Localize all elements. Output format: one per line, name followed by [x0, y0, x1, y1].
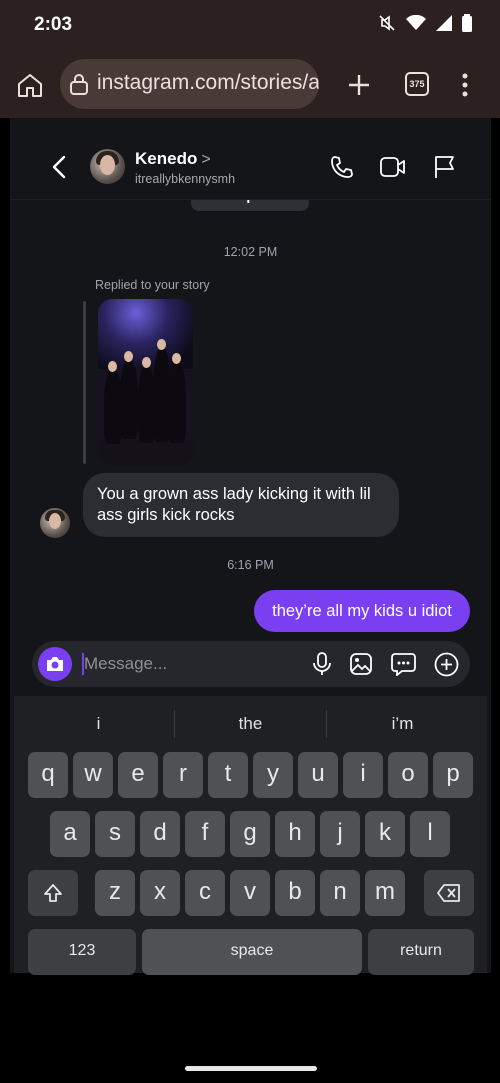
key-j[interactable]: j [320, 811, 360, 857]
key-p[interactable]: p [433, 752, 473, 798]
key-v[interactable]: v [230, 870, 270, 916]
timestamp: 6:16 PM [227, 558, 274, 572]
plus-circle-icon[interactable] [434, 652, 459, 677]
key-m[interactable]: m [365, 870, 405, 916]
video-icon[interactable] [379, 155, 407, 179]
chat-header: Kenedo > itreallybkennysmh [10, 118, 491, 200]
key-l[interactable]: l [410, 811, 450, 857]
incoming-message[interactable]: You a grown ass lady kicking it with lil… [83, 473, 399, 537]
username[interactable]: Kenedo > [135, 149, 211, 169]
backspace-key[interactable] [424, 870, 474, 916]
backspace-icon [437, 883, 460, 902]
key-o[interactable]: o [388, 752, 428, 798]
mute-icon [379, 15, 395, 31]
keyboard: i the i’m q w e r t y u i o p a s d f g … [14, 696, 487, 975]
key-n[interactable]: n [320, 870, 360, 916]
suggestion[interactable]: i [23, 696, 174, 752]
url-bar[interactable]: instagram.com/stories/a [60, 59, 319, 109]
url-text: instagram.com/stories/a [97, 71, 319, 94]
status-bar: 2:03 [0, 0, 500, 50]
outgoing-message[interactable]: they’re all my kids u idiot [254, 590, 470, 632]
key-s[interactable]: s [95, 811, 135, 857]
browser-toolbar: instagram.com/stories/a 375 [0, 50, 500, 118]
avatar[interactable] [90, 149, 125, 184]
back-icon[interactable] [52, 155, 66, 179]
status-icons [378, 14, 472, 32]
shift-key[interactable] [28, 870, 78, 916]
message-input[interactable] [84, 649, 284, 679]
username-text: Kenedo [135, 149, 198, 168]
key-c[interactable]: c [185, 870, 225, 916]
plus-icon[interactable] [344, 70, 374, 100]
tabs-icon[interactable]: 375 [405, 72, 429, 96]
numbers-key[interactable]: 123 [28, 929, 136, 975]
home-icon[interactable] [15, 70, 45, 100]
key-x[interactable]: x [140, 870, 180, 916]
gallery-icon[interactable] [349, 652, 373, 676]
replied-label: Replied to your story [95, 278, 210, 292]
key-i[interactable]: i [343, 752, 383, 798]
key-y[interactable]: y [253, 752, 293, 798]
key-b[interactable]: b [275, 870, 315, 916]
space-key[interactable]: space [142, 929, 362, 975]
reply-bar [83, 301, 86, 464]
lock-icon [70, 74, 88, 95]
return-key[interactable]: return [368, 929, 474, 975]
key-f[interactable]: f [185, 811, 225, 857]
key-a[interactable]: a [50, 811, 90, 857]
more-vert-icon[interactable] [455, 70, 475, 100]
key-h[interactable]: h [275, 811, 315, 857]
status-time: 2:03 [34, 14, 73, 35]
user-handle: itreallybkennysmh [135, 172, 236, 186]
key-t[interactable]: t [208, 752, 248, 798]
battery-icon [462, 14, 472, 32]
tab-count: 375 [409, 79, 425, 89]
key-u[interactable]: u [298, 752, 338, 798]
sender-avatar[interactable] [40, 508, 70, 538]
signal-icon [436, 15, 452, 31]
flag-icon[interactable] [432, 154, 456, 180]
story-thumbnail[interactable] [98, 299, 193, 466]
key-q[interactable]: q [28, 752, 68, 798]
key-r[interactable]: r [163, 752, 203, 798]
camera-icon [47, 657, 63, 671]
key-z[interactable]: z [95, 870, 135, 916]
sticker-icon[interactable] [391, 652, 416, 676]
suggestion-strip: i the i’m [23, 696, 478, 752]
wifi-icon [406, 15, 426, 30]
phone-icon[interactable] [329, 154, 355, 180]
key-k[interactable]: k [365, 811, 405, 857]
shift-icon [44, 883, 62, 902]
key-g[interactable]: g [230, 811, 270, 857]
chevron-right-icon: > [201, 151, 211, 168]
camera-button[interactable] [38, 647, 72, 681]
timestamp: 12:02 PM [223, 245, 278, 259]
key-e[interactable]: e [118, 752, 158, 798]
home-indicator[interactable] [185, 1066, 317, 1071]
key-d[interactable]: d [140, 811, 180, 857]
message-composer [32, 641, 470, 687]
mic-icon[interactable] [312, 652, 332, 676]
suggestion[interactable]: the [175, 696, 326, 752]
suggestion[interactable]: i’m [327, 696, 478, 752]
key-w[interactable]: w [73, 752, 113, 798]
